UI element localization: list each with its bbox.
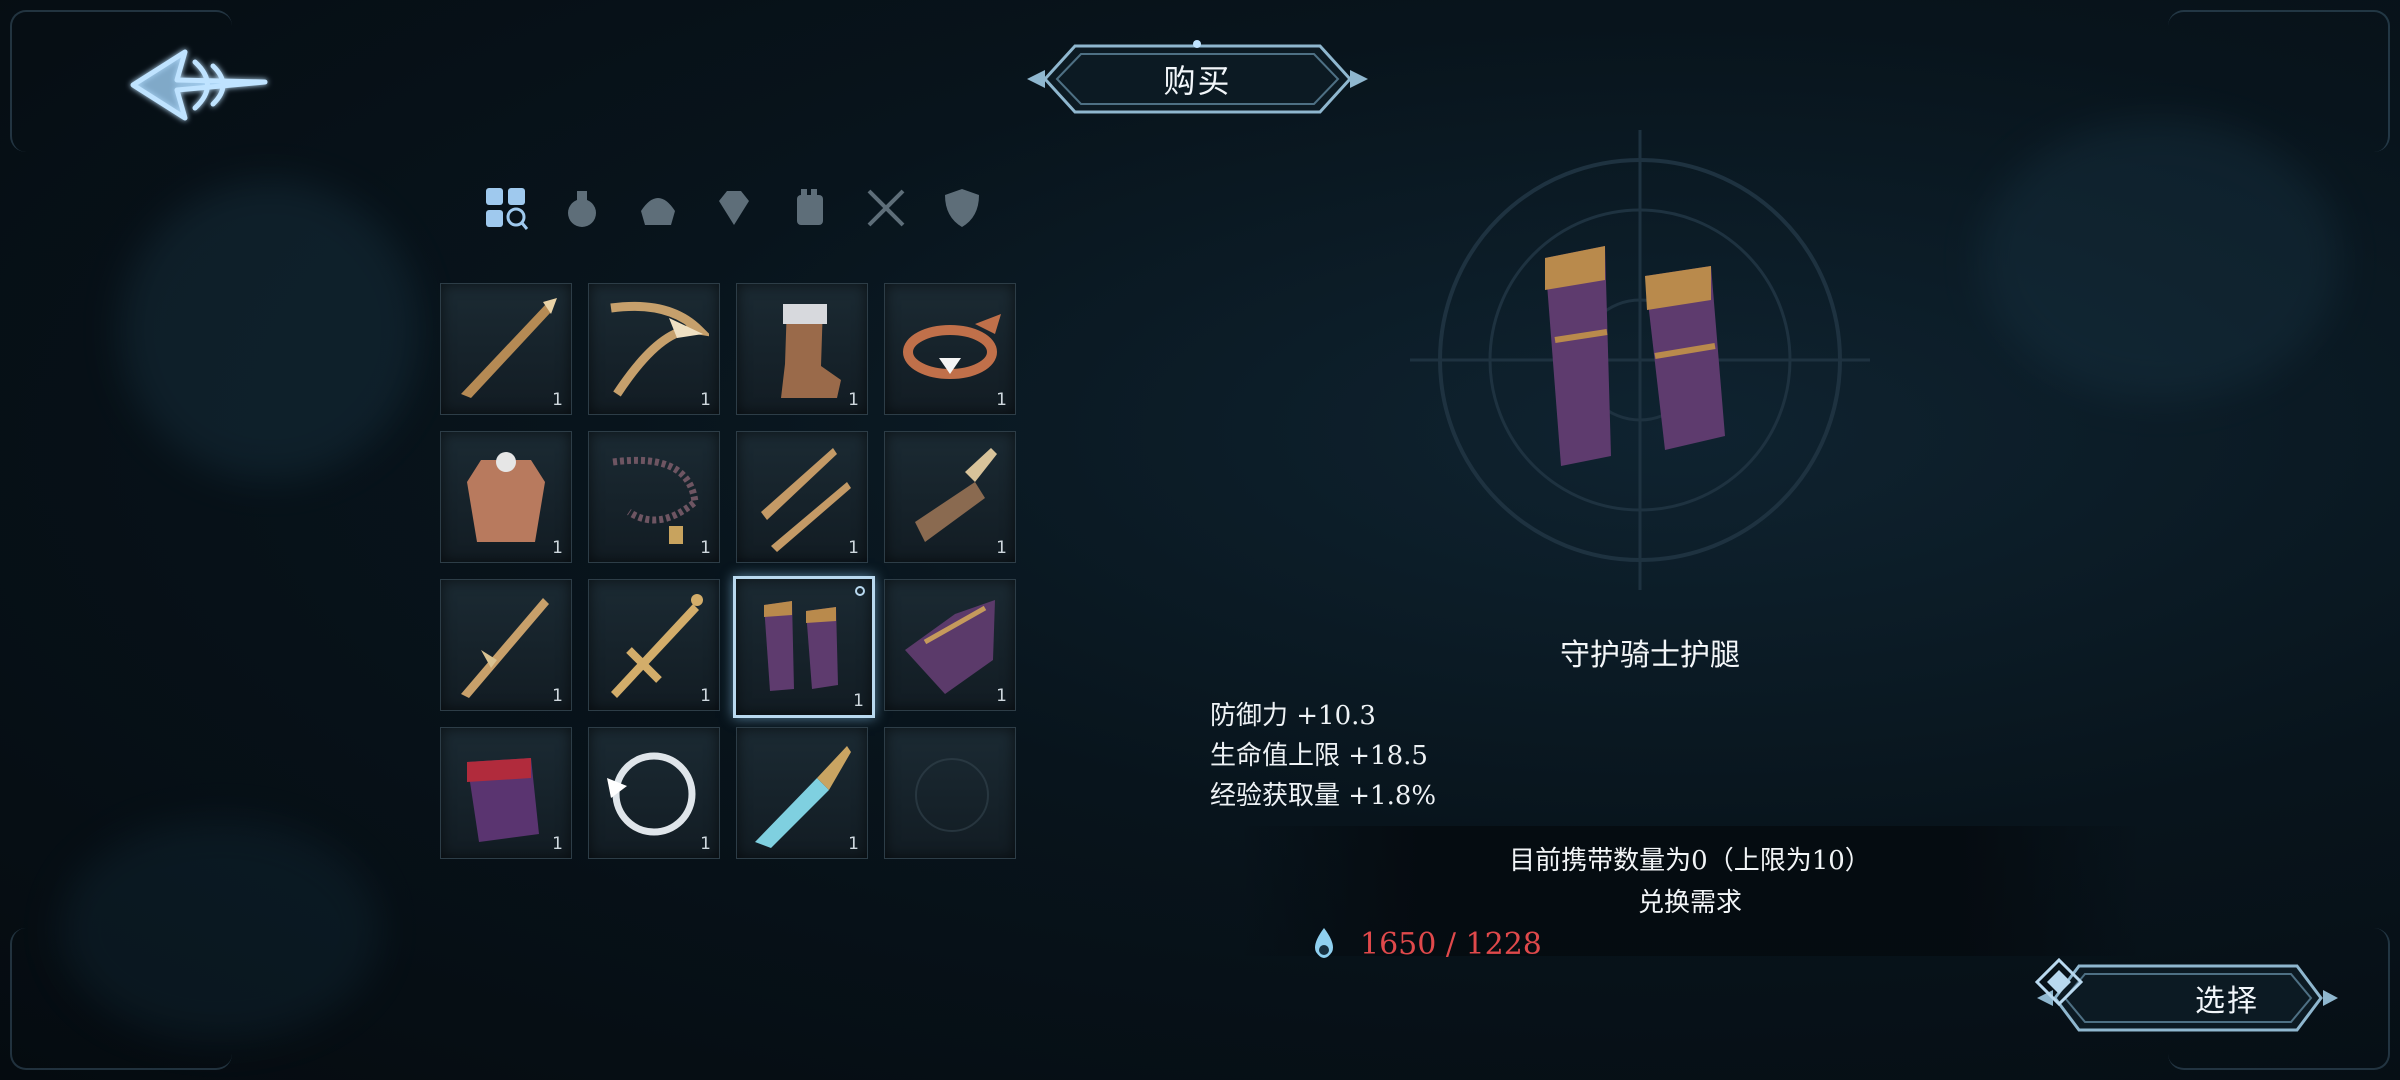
crossed-swords-icon xyxy=(867,189,905,227)
item-quantity: 1 xyxy=(552,538,563,558)
gem-icon xyxy=(719,191,749,225)
tab-all-search[interactable] xyxy=(478,180,534,236)
purple-helm-icon xyxy=(905,600,995,694)
chest-armor-icon xyxy=(467,452,545,542)
frame-corner-bottom-left xyxy=(10,928,232,1070)
tab-shield[interactable] xyxy=(934,180,990,236)
item-slot-knight-greaves[interactable]: 1 xyxy=(733,576,875,718)
item-quantity: 1 xyxy=(700,834,711,854)
item-stats: 防御力 +10.3 生命值上限 +18.5 经验获取量 +1.8% xyxy=(1210,696,1436,828)
item-quantity: 1 xyxy=(700,390,711,410)
item-quantity: 1 xyxy=(700,686,711,706)
item-quantity: 1 xyxy=(996,538,1007,558)
cost-value: 1650 / 1228 xyxy=(1360,926,1542,962)
item-quantity: 1 xyxy=(552,390,563,410)
bead-chain-icon xyxy=(612,456,699,544)
item-grid: 1 1 1 1 1 1 1 1 1 1 1 1 1 1 1 xyxy=(440,283,1016,859)
item-slot-silver-ring[interactable]: 1 xyxy=(588,727,720,859)
carry-count: 目前携带数量为0（上限为10） xyxy=(1509,846,1871,876)
item-slot-crystal-sword[interactable]: 1 xyxy=(736,727,868,859)
item-slot-lance[interactable]: 1 xyxy=(440,579,572,711)
gauntlet-icon xyxy=(797,189,823,225)
silver-ring-icon xyxy=(607,752,696,836)
shield-icon xyxy=(945,189,979,227)
item-slot-twin-blades[interactable]: 1 xyxy=(736,431,868,563)
item-quantity: 1 xyxy=(996,686,1007,706)
item-slot-scythe-bow[interactable]: 1 xyxy=(588,283,720,415)
potion-icon xyxy=(568,191,596,227)
stat-defense: 防御力 +10.3 xyxy=(1210,701,1376,731)
tab-potion[interactable] xyxy=(554,180,610,236)
item-slot-boot[interactable]: 1 xyxy=(736,283,868,415)
select-label: 选择 xyxy=(2195,984,2259,1019)
item-quantity: 1 xyxy=(848,390,859,410)
grid-search-icon xyxy=(486,188,529,230)
title-banner: 购买 xyxy=(1025,40,1370,118)
cost-row: 1650 / 1228 xyxy=(1310,926,1542,962)
item-quantity: 1 xyxy=(848,538,859,558)
select-emblem-icon xyxy=(2035,958,2083,1006)
select-button[interactable]: 选择 xyxy=(2035,958,2340,1038)
item-slot-empty[interactable] xyxy=(884,727,1016,859)
knight-greaves-icon xyxy=(764,601,838,691)
empty-slot-emblem xyxy=(915,758,989,832)
tab-weapons[interactable] xyxy=(858,180,914,236)
scythe-bow-icon xyxy=(610,301,709,397)
item-quantity: 1 xyxy=(552,686,563,706)
item-slot-bead-chain[interactable]: 1 xyxy=(588,431,720,563)
boot-icon xyxy=(781,304,841,398)
page-title: 购买 xyxy=(1163,62,1232,100)
stat-exp-gain: 经验获取量 +1.8% xyxy=(1210,781,1437,811)
back-button[interactable] xyxy=(125,40,285,130)
item-quantity: 1 xyxy=(853,691,864,711)
item-slot-amulet[interactable]: 1 xyxy=(884,283,1016,415)
item-quantity: 1 xyxy=(700,538,711,558)
item-slot-cross-sword[interactable]: 1 xyxy=(588,579,720,711)
selected-item-preview xyxy=(1545,246,1725,466)
category-tabs xyxy=(478,180,990,240)
twin-blades-icon xyxy=(761,448,851,552)
spear-icon xyxy=(461,298,557,398)
item-name: 守护骑士护腿 xyxy=(1560,638,1740,673)
lance-icon xyxy=(461,598,549,698)
item-quantity: 1 xyxy=(996,390,1007,410)
tab-gem[interactable] xyxy=(706,180,762,236)
amulet-icon xyxy=(903,314,1001,379)
requirement-label: 兑换需求 xyxy=(1637,888,1742,918)
item-slot-red-vambrace[interactable]: 1 xyxy=(440,727,572,859)
crystal-sword-icon xyxy=(755,746,851,848)
equip-marker-icon xyxy=(855,586,865,596)
item-slot-greatsword[interactable]: 1 xyxy=(884,431,1016,563)
item-slot-chest-armor[interactable]: 1 xyxy=(440,431,572,563)
stat-max-hp: 生命值上限 +18.5 xyxy=(1210,741,1428,771)
item-quantity: 1 xyxy=(848,834,859,854)
soul-drop-icon xyxy=(1315,928,1333,958)
red-vambrace-icon xyxy=(467,758,539,842)
cross-sword-icon xyxy=(611,594,703,698)
frame-corner-top-right xyxy=(2168,10,2390,152)
item-slot-purple-helm[interactable]: 1 xyxy=(884,579,1016,711)
tab-gauntlet[interactable] xyxy=(782,180,838,236)
greatsword-icon xyxy=(915,448,997,542)
item-quantity: 1 xyxy=(552,834,563,854)
tab-helmet[interactable] xyxy=(630,180,686,236)
helmet-icon xyxy=(641,198,675,225)
item-slot-spear[interactable]: 1 xyxy=(440,283,572,415)
back-arrow-icon xyxy=(130,49,268,121)
